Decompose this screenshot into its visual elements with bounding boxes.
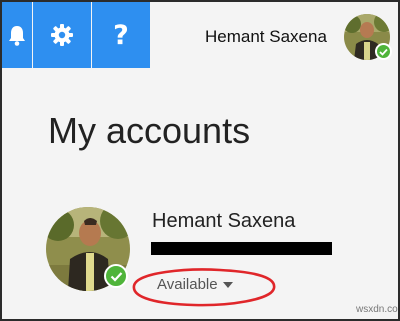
presence-badge-small bbox=[375, 43, 392, 60]
watermark: wsxdn.com bbox=[356, 304, 398, 315]
bell-icon bbox=[9, 26, 25, 46]
header-user-name: Hemant Saxena bbox=[205, 27, 327, 46]
top-bar: ? Hemant Saxena bbox=[2, 2, 398, 68]
chevron-down-icon bbox=[222, 281, 233, 288]
settings-button[interactable] bbox=[33, 2, 91, 68]
status-dropdown[interactable]: Available bbox=[157, 276, 233, 293]
notifications-button[interactable] bbox=[2, 2, 32, 68]
window-frame: ? Hemant Saxena My accounts Hemant Saxen… bbox=[0, 0, 400, 321]
status-label: Available bbox=[157, 276, 218, 293]
presence-badge bbox=[104, 264, 128, 288]
redacted-email-bar bbox=[151, 242, 332, 255]
checkmark-icon bbox=[379, 48, 388, 56]
checkmark-icon bbox=[110, 271, 122, 282]
help-button[interactable]: ? bbox=[92, 2, 150, 68]
account-name: Hemant Saxena bbox=[152, 210, 296, 232]
gear-icon bbox=[51, 24, 73, 46]
question-mark-icon: ? bbox=[113, 19, 129, 51]
page-title: My accounts bbox=[48, 110, 251, 151]
